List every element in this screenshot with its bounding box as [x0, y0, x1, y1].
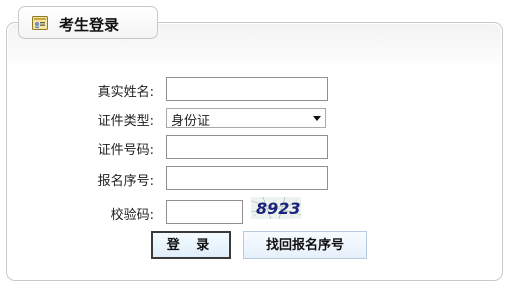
- find-reg-number-button[interactable]: 找回报名序号: [243, 231, 367, 259]
- id-type-select[interactable]: 身份证: [166, 108, 326, 129]
- page-title: 考生登录: [59, 16, 120, 34]
- captcha-label: 校验码:: [110, 208, 154, 223]
- id-card-icon: [32, 16, 48, 30]
- name-row: 真实姓名:: [0, 77, 510, 103]
- name-label: 真实姓名:: [97, 85, 154, 100]
- panel-title-tab: 考生登录: [18, 6, 158, 39]
- captcha-text: 8923: [256, 199, 301, 218]
- real-name-input[interactable]: [166, 77, 328, 101]
- chevron-down-icon: [313, 116, 321, 121]
- login-button[interactable]: 登 录: [151, 231, 231, 259]
- captcha-input[interactable]: [166, 200, 243, 224]
- id-type-selected-value: 身份证: [171, 114, 211, 129]
- reg-number-input[interactable]: [166, 166, 328, 190]
- captcha-row: 校验码: 8923: [0, 197, 510, 226]
- id-number-row: 证件号码:: [0, 135, 510, 161]
- id-number-input[interactable]: [166, 135, 328, 159]
- reg-number-row: 报名序号:: [0, 166, 510, 192]
- id-number-label: 证件号码:: [97, 143, 154, 158]
- captcha-image[interactable]: 8923: [251, 197, 301, 219]
- reg-number-label: 报名序号:: [97, 174, 154, 189]
- id-type-label: 证件类型:: [97, 114, 154, 129]
- id-type-row: 证件类型: 身份证: [0, 106, 510, 132]
